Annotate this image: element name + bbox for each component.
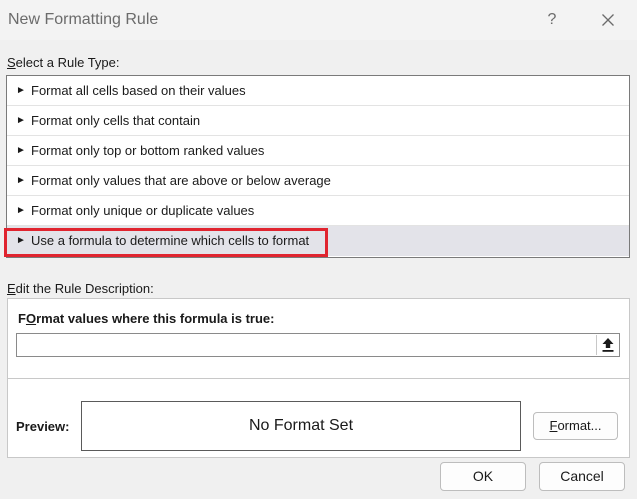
rule-type-label: Select a Rule Type: <box>7 55 120 70</box>
rule-type-item[interactable]: ► Format only unique or duplicate values <box>7 196 629 226</box>
rule-type-item-label: Format only cells that contain <box>31 113 201 128</box>
close-button[interactable] <box>596 8 620 32</box>
rule-type-item-label: Format all cells based on their values <box>31 83 246 98</box>
formula-input[interactable] <box>16 333 620 357</box>
preview-label: Preview: <box>16 419 70 434</box>
help-icon: ? <box>547 11 557 28</box>
formula-label: FOrmat values where this formula is true… <box>18 311 275 326</box>
format-button[interactable]: Format... <box>533 412 618 440</box>
divider <box>8 378 629 379</box>
close-icon <box>602 14 614 26</box>
rule-type-item-label: Format only values that are above or bel… <box>31 173 331 188</box>
arrow-right-icon: ► <box>16 85 26 96</box>
rule-type-item-label: Format only top or bottom ranked values <box>31 143 265 158</box>
rule-type-item[interactable]: ► Format only values that are above or b… <box>7 166 629 196</box>
rule-description-label: Edit the Rule Description: <box>7 281 154 296</box>
rule-type-item[interactable]: ► Format only cells that contain <box>7 106 629 136</box>
rule-type-item[interactable]: ► Format only top or bottom ranked value… <box>7 136 629 166</box>
collapse-dialog-button[interactable] <box>596 335 618 355</box>
cancel-button[interactable]: Cancel <box>539 462 625 491</box>
help-button[interactable]: ? <box>540 8 564 32</box>
rule-description-panel: FOrmat values where this formula is true… <box>7 298 630 458</box>
title-bar: New Formatting Rule ? <box>0 0 637 40</box>
rule-type-item-label: Format only unique or duplicate values <box>31 203 255 218</box>
ok-button[interactable]: OK <box>440 462 526 491</box>
upload-arrow-icon <box>602 338 614 352</box>
arrow-right-icon: ► <box>16 175 26 186</box>
rule-type-item[interactable]: ► Format all cells based on their values <box>7 76 629 106</box>
arrow-right-icon: ► <box>16 205 26 216</box>
dialog-title: New Formatting Rule <box>8 11 159 28</box>
selection-highlight-box <box>4 228 328 257</box>
arrow-right-icon: ► <box>16 145 26 156</box>
arrow-right-icon: ► <box>16 115 26 126</box>
preview-box: No Format Set <box>81 401 521 451</box>
